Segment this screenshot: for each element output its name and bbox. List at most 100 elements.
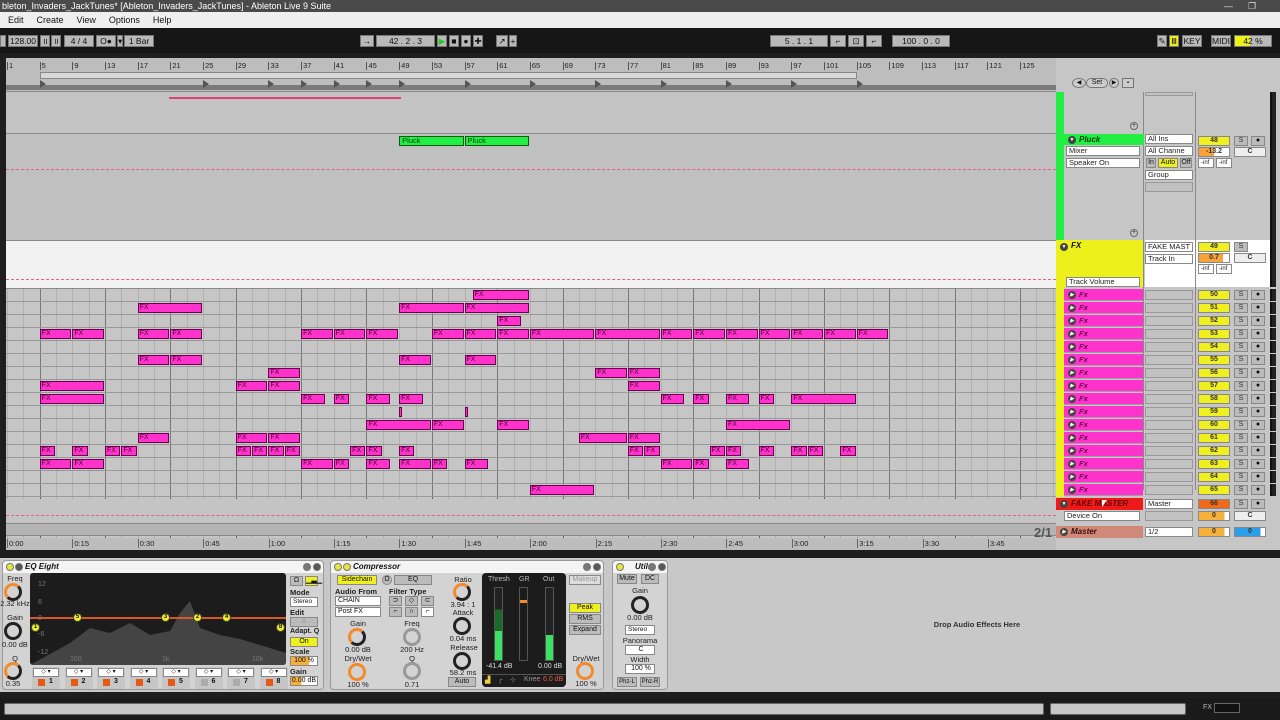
track-number[interactable]: 55: [1198, 355, 1230, 365]
volume-field[interactable]: 0.7: [1198, 253, 1230, 263]
solo-button[interactable]: S: [1234, 329, 1248, 339]
track-number[interactable]: 64: [1198, 472, 1230, 482]
track-number[interactable]: 66: [1198, 499, 1230, 509]
filter-type-chooser[interactable]: ◇ ▾: [98, 668, 124, 677]
locator-marker[interactable]: [39, 80, 46, 88]
fx-clip[interactable]: FX: [333, 394, 350, 404]
sc-drywet-knob[interactable]: [348, 663, 366, 681]
arm-button[interactable]: ●: [1251, 329, 1265, 339]
output-gain-field[interactable]: 0.00 dB: [290, 676, 318, 686]
track-number[interactable]: 56: [1198, 368, 1230, 378]
fx-clip[interactable]: FX: [170, 329, 203, 339]
audio-from-position-chooser[interactable]: Post FX: [335, 607, 381, 617]
save-preset-icon[interactable]: [658, 563, 666, 571]
fx-clip[interactable]: FX: [807, 446, 823, 456]
audio-from-chooser[interactable]: CHAIN: [335, 596, 381, 606]
fx-clip[interactable]: FX: [595, 329, 660, 339]
loop-start-field[interactable]: 5 . 1 . 1: [770, 35, 828, 47]
locator-marker[interactable]: [203, 80, 210, 88]
expand-icon[interactable]: [15, 563, 23, 571]
fx-lane[interactable]: [6, 393, 1056, 406]
lock-icon[interactable]: ▪: [1122, 78, 1134, 88]
expand-icon[interactable]: ▶: [1068, 343, 1076, 352]
eq-node-3[interactable]: 3: [161, 613, 170, 622]
output-chooser[interactable]: [1145, 303, 1193, 313]
arm-button[interactable]: ●: [1251, 472, 1265, 482]
fx-clip[interactable]: FX: [39, 394, 105, 404]
fx-lane[interactable]: [6, 406, 1056, 419]
fx-clip[interactable]: FX: [284, 446, 301, 456]
pluck-clip[interactable]: Pluck: [399, 136, 464, 146]
fx-clip[interactable]: FX: [627, 446, 644, 456]
analyzer-toggle[interactable]: ▁▃▁: [305, 576, 322, 586]
channel-mode-chooser[interactable]: Stereo: [625, 625, 655, 635]
solo-button[interactable]: S: [1234, 342, 1248, 352]
loop-switch-button[interactable]: ⊡: [848, 35, 864, 47]
expand-icon[interactable]: ▶: [1068, 421, 1076, 430]
band-on-toggle[interactable]: [200, 679, 208, 686]
fx-clip[interactable]: FX: [791, 446, 807, 456]
eq-node-5[interactable]: 5: [73, 613, 82, 622]
pluck-track-title[interactable]: ▼ Pluck: [1064, 134, 1144, 145]
fx-clip[interactable]: FX: [301, 459, 333, 469]
mute-toggle[interactable]: Mute: [617, 574, 637, 584]
arm-button[interactable]: ●: [1251, 420, 1265, 430]
expand-mode-button[interactable]: Expand: [569, 625, 601, 635]
volume-field[interactable]: -13.2: [1198, 147, 1230, 157]
transfer-curve-icon[interactable]: ╭: [498, 676, 502, 684]
fx-clip[interactable]: FX: [725, 446, 742, 456]
fx-clip[interactable]: FX: [472, 290, 529, 300]
fx-clip[interactable]: FX: [660, 329, 693, 339]
input-chooser[interactable]: Track In: [1145, 254, 1193, 264]
fx-track-header[interactable]: ▶ Fx: [1064, 328, 1143, 340]
tempo-field[interactable]: 128.00: [8, 35, 38, 47]
filter-lowshelf[interactable]: ⌐: [389, 607, 402, 617]
output-chooser[interactable]: [1145, 407, 1193, 417]
track-number[interactable]: 53: [1198, 329, 1230, 339]
locator-marker[interactable]: [268, 80, 275, 88]
fx-clip[interactable]: FX: [137, 329, 170, 339]
fx-lane[interactable]: [6, 289, 1056, 302]
track-number[interactable]: 54: [1198, 342, 1230, 352]
fx-clip[interactable]: FX: [627, 368, 660, 378]
filter-bandpass[interactable]: ◇: [405, 596, 418, 606]
filter-peak[interactable]: ∩: [405, 607, 418, 617]
fx-clip[interactable]: FX: [366, 420, 431, 430]
fx-clip[interactable]: FX: [578, 433, 627, 443]
fx-clip[interactable]: FX: [464, 303, 529, 313]
edit-mode-button[interactable]: A: [290, 617, 318, 627]
band-on-toggle[interactable]: [135, 679, 143, 686]
output-chooser[interactable]: Group: [1145, 170, 1193, 180]
expand-icon[interactable]: ▶: [1068, 356, 1076, 365]
fx-clip[interactable]: FX: [627, 433, 660, 443]
pan-field[interactable]: C: [1234, 253, 1266, 263]
track-number[interactable]: 62: [1198, 446, 1230, 456]
eq-band-4[interactable]: ◇ ▾ 4: [129, 667, 158, 689]
locator-marker[interactable]: [725, 80, 732, 88]
expand-icon[interactable]: ▶: [1060, 527, 1068, 536]
solo-button[interactable]: S: [1234, 407, 1248, 417]
fx-clip[interactable]: FX: [235, 446, 252, 456]
filter-lowpass[interactable]: ⊃: [389, 596, 402, 606]
device-chooser[interactable]: Mixer: [1066, 146, 1140, 156]
fx-clip[interactable]: FX: [529, 485, 595, 495]
track-number[interactable]: 59: [1198, 407, 1230, 417]
peak-mode-icon[interactable]: ▟: [485, 676, 490, 684]
phase-left-toggle[interactable]: Phz-L: [617, 677, 637, 687]
device-chooser[interactable]: Device On: [1064, 511, 1140, 521]
solo-button[interactable]: S: [1234, 433, 1248, 443]
monitor-in-button[interactable]: In: [1146, 158, 1156, 168]
locator-marker[interactable]: [660, 80, 667, 88]
fx-clip[interactable]: FX: [137, 303, 203, 313]
fold-icon[interactable]: ▼: [1068, 135, 1076, 144]
fx-clip[interactable]: FX: [758, 329, 791, 339]
fx-clip[interactable]: FX: [431, 459, 448, 469]
locator-marker[interactable]: [856, 80, 863, 88]
device-title[interactable]: Compressor: [331, 561, 603, 573]
fx-clip[interactable]: FX: [725, 459, 750, 469]
fx-clip[interactable]: FX: [497, 316, 521, 326]
metronome-menu[interactable]: ▾: [117, 35, 123, 47]
fx-clip[interactable]: FX: [268, 368, 301, 378]
device-drop-area[interactable]: Drop Audio Effects Here: [674, 560, 1280, 690]
fx-clip[interactable]: FX: [709, 446, 725, 456]
